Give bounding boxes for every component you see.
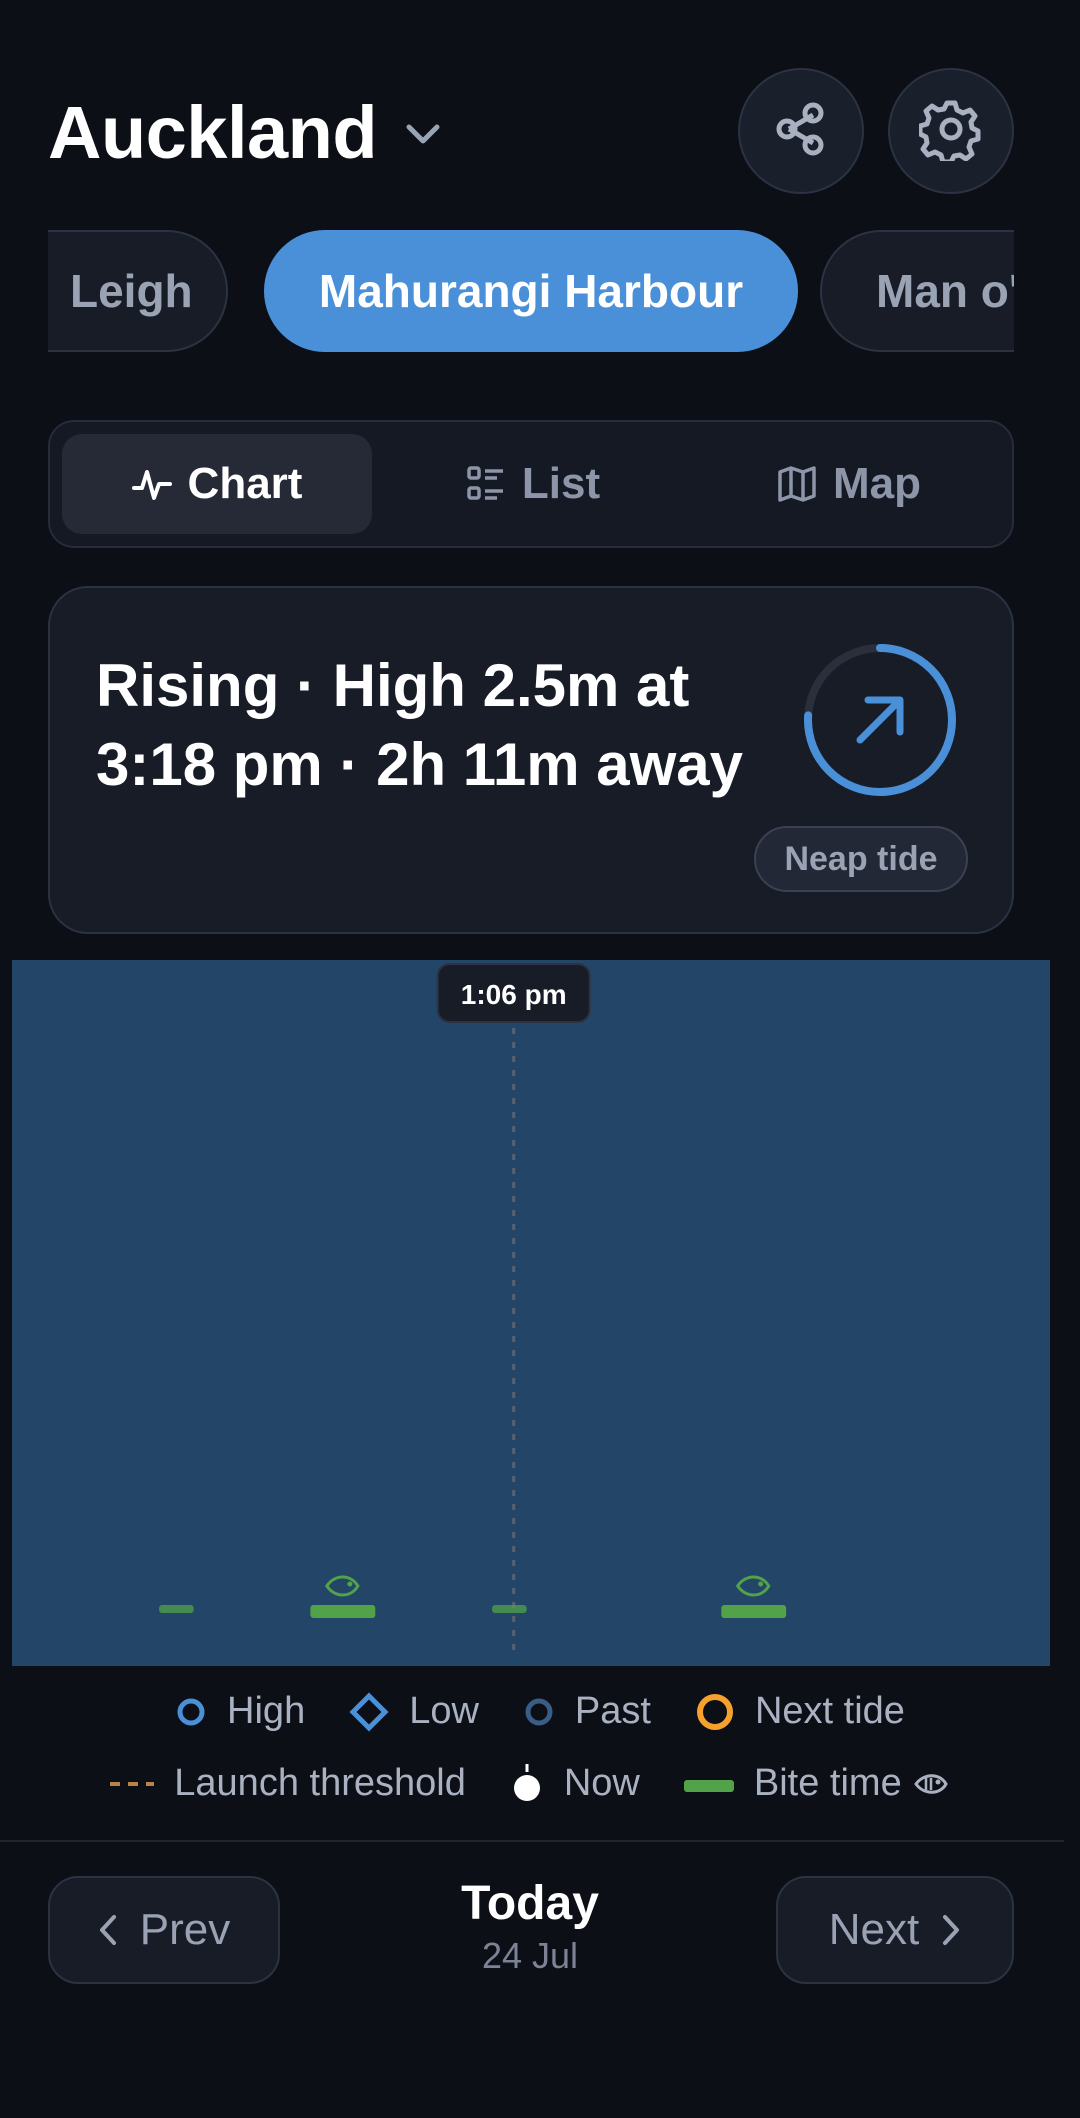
legend-label: Launch threshold — [174, 1762, 466, 1804]
tab-map[interactable]: Map — [694, 434, 1004, 534]
legend-label: Now — [563, 1762, 640, 1804]
legend-label: Low — [409, 1690, 479, 1732]
footer-divider — [0, 1840, 1064, 1842]
city-name: Auckland — [48, 91, 378, 174]
now-marker-icon — [513, 1763, 540, 1801]
high-marker-icon — [177, 1698, 205, 1725]
legend-high: High — [175, 1690, 305, 1733]
tab-label: Map — [833, 459, 921, 508]
tide-status-card: Rising · High 2.5m at 3:18 pm · 2h 11m a… — [48, 586, 1014, 934]
tab-list[interactable]: List — [378, 434, 688, 534]
tide-chart[interactable]: 3m2m1mLaunch ▸ 1.5m2.5m3:18 pm1.0m9:29 p… — [0, 960, 1080, 1680]
legend-next-tide: Next tide — [695, 1690, 905, 1733]
chevron-left-icon — [99, 1915, 116, 1945]
next-tide-marker-icon — [696, 1693, 733, 1730]
bite-bar-icon — [683, 1779, 734, 1792]
location-chip-leigh[interactable]: Leigh — [48, 230, 228, 352]
tide-type-badge: Neap tide — [754, 826, 968, 892]
legend-now: Now — [510, 1762, 640, 1805]
day-title: Today — [461, 1877, 599, 1930]
fish-eye — [347, 1581, 353, 1587]
now-time-label: 1:06 pm — [461, 979, 567, 1010]
tab-chart[interactable]: Chart — [62, 434, 372, 534]
bite-time-bar — [721, 1605, 787, 1618]
past-marker-icon — [525, 1698, 553, 1725]
location-chips: Leigh Mahurangi Harbour Man o' — [48, 230, 1014, 352]
chevron-down-icon — [403, 121, 443, 152]
settings-button[interactable] — [888, 68, 1014, 194]
location-chip-mahurangi-harbour[interactable]: Mahurangi Harbour — [264, 230, 798, 352]
share-icon — [771, 99, 831, 164]
legend-label: Next tide — [754, 1690, 905, 1732]
share-button[interactable] — [738, 68, 864, 194]
tab-label: List — [521, 459, 601, 508]
map-icon — [778, 466, 816, 502]
location-chip-label: Mahurangi Harbour — [318, 265, 744, 317]
list-icon — [467, 466, 503, 500]
bite-time-bar — [492, 1605, 527, 1613]
header: Auckland — [48, 68, 1014, 194]
chevron-right-icon — [943, 1915, 960, 1945]
next-label: Next — [828, 1905, 920, 1954]
prev-label: Prev — [139, 1905, 231, 1954]
bite-time-bar — [310, 1605, 376, 1618]
tab-label: Chart — [187, 459, 303, 508]
view-switcher: Chart List Map — [48, 420, 1014, 548]
location-chip-man-o-war[interactable]: Man o' — [820, 230, 1014, 352]
legend-label: Bite time — [753, 1762, 902, 1804]
location-chip-label: Man o' — [876, 265, 1014, 317]
legend-low: Low — [349, 1690, 479, 1733]
legend-label: Past — [574, 1690, 651, 1732]
fish-icon — [913, 1773, 948, 1794]
legend-launch-threshold: Launch threshold — [108, 1762, 466, 1805]
low-marker-icon — [349, 1691, 389, 1732]
legend-past: Past — [523, 1690, 651, 1733]
next-day-button[interactable]: Next — [776, 1876, 1014, 1984]
legend-bite-time: Bite time — [683, 1762, 972, 1805]
location-chip-label: Leigh — [70, 265, 193, 317]
city-selector[interactable]: Auckland — [48, 90, 443, 175]
bite-time-bar — [159, 1605, 194, 1613]
tide-area — [12, 960, 1050, 1666]
arrow-up-right-icon — [856, 696, 904, 744]
day-indicator: Today 24 Jul — [380, 1876, 680, 1977]
legend-label: High — [227, 1690, 306, 1732]
tide-status-text: Rising · High 2.5m at 3:18 pm · 2h 11m a… — [96, 652, 743, 798]
fish-eye — [758, 1581, 764, 1587]
prev-day-button[interactable]: Prev — [48, 1876, 280, 1984]
gear-icon — [917, 97, 983, 166]
day-date: 24 Jul — [481, 1935, 579, 1976]
dashed-line-icon — [110, 1781, 155, 1786]
tide-progress-ring — [804, 644, 956, 796]
wave-icon — [131, 470, 172, 500]
